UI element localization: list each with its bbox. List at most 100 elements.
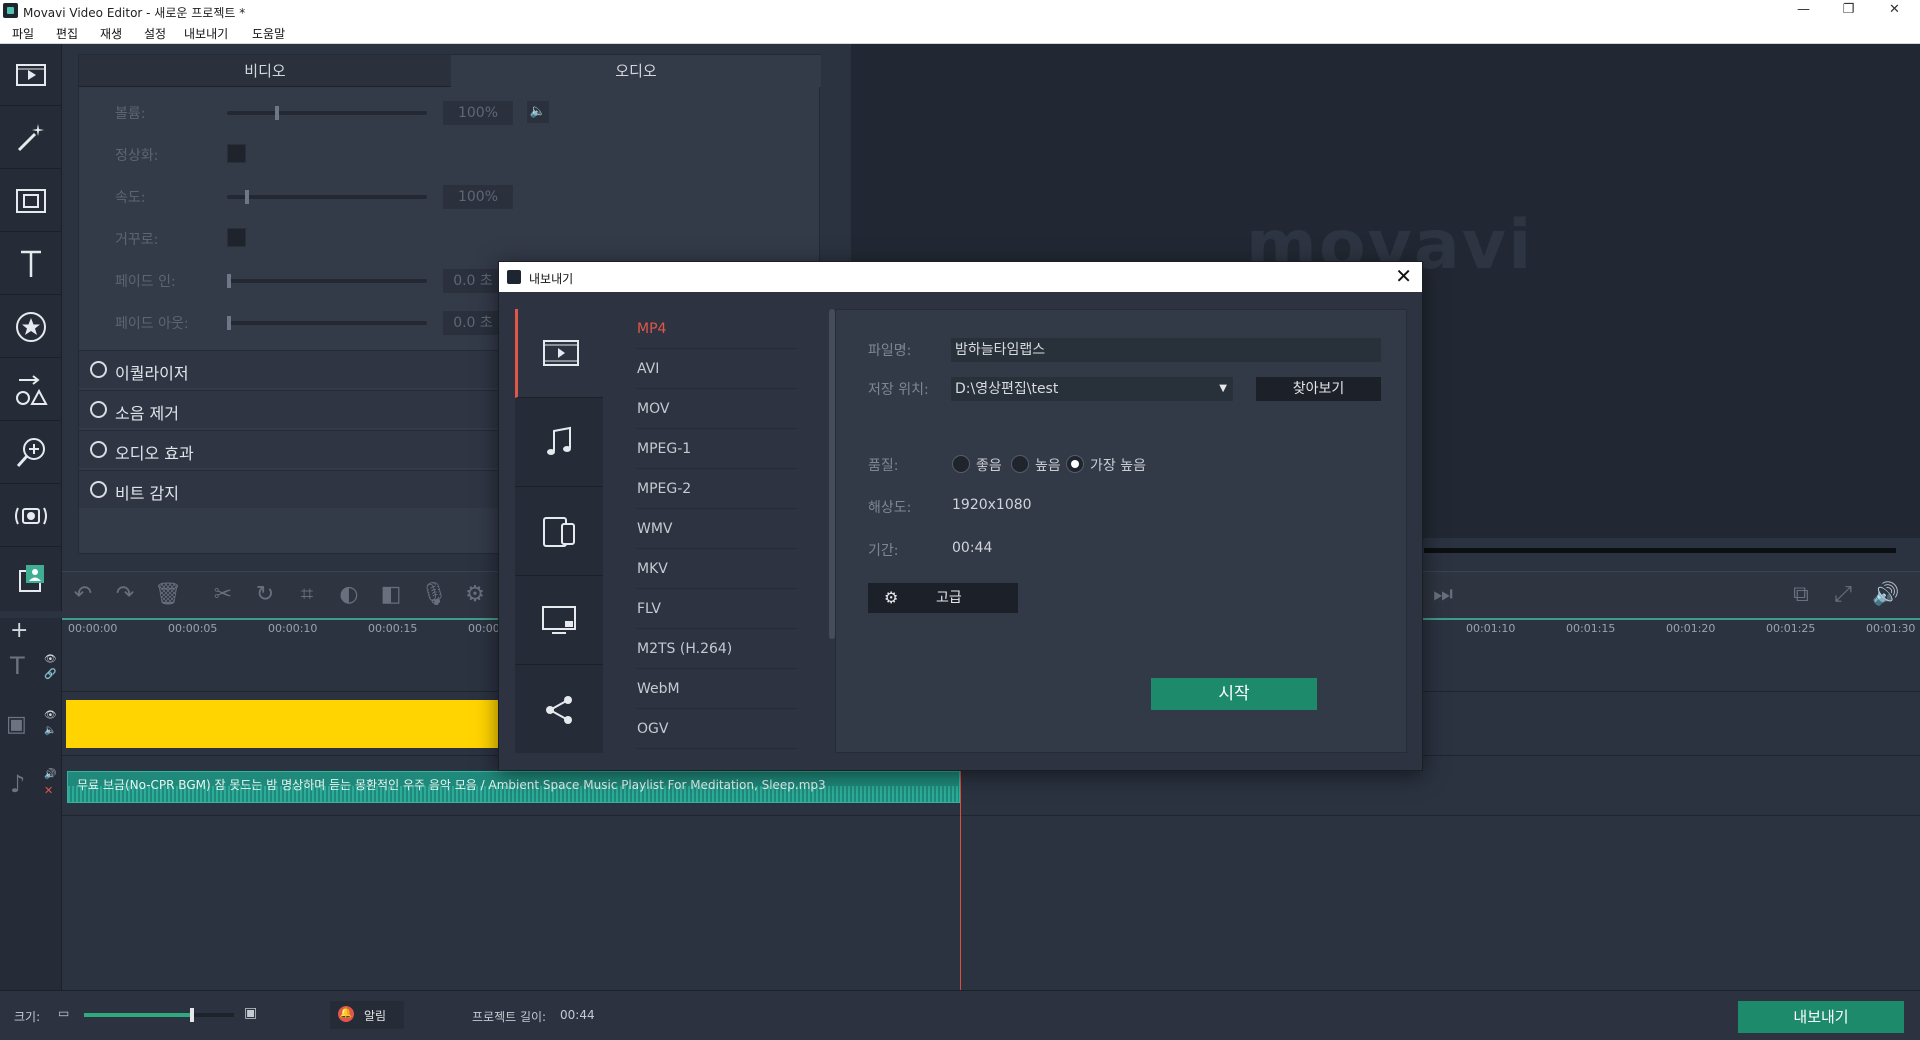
category-share[interactable] [515, 665, 603, 754]
cut-icon[interactable]: ✂ [210, 582, 236, 608]
speed-value[interactable]: 100% [443, 185, 513, 209]
audio-clip[interactable]: 무료 브금(No-CPR BGM) 잠 못드는 밤 명상하며 듣는 몽환적인 우… [67, 771, 960, 803]
video-mute-icon[interactable]: 🔈 [44, 725, 56, 736]
format-m2ts[interactable]: M2TS (H.264) [637, 629, 797, 669]
volume-slider[interactable] [227, 106, 427, 120]
browse-button[interactable]: 찾아보기 [1256, 377, 1381, 401]
video-eye-icon[interactable]: 👁 [44, 710, 57, 721]
audio-unlink-icon[interactable]: ✕ [44, 784, 53, 797]
video-clip[interactable] [66, 700, 500, 748]
titles-button[interactable] [0, 233, 62, 295]
ruler-tick: 00:01:15 [1566, 622, 1616, 635]
filters-button[interactable] [0, 170, 62, 232]
normalize-checkbox[interactable] [227, 144, 246, 163]
filename-input[interactable]: 밤하늘타임랩스 [951, 338, 1381, 362]
zoom-slider-knob[interactable] [190, 1008, 194, 1022]
menu-export[interactable]: 내보내기 [184, 25, 228, 42]
category-tv[interactable] [515, 576, 603, 665]
next-frame-icon[interactable]: ⏭ [1430, 582, 1456, 608]
format-mp4[interactable]: MP4 [637, 309, 797, 349]
audio-volume-icon[interactable]: 🔊 [44, 769, 56, 780]
menu-playback[interactable]: 재생 [100, 25, 122, 42]
format-mpeg2[interactable]: MPEG-2 [637, 469, 797, 509]
menu-edit[interactable]: 편집 [56, 25, 78, 42]
speed-label: 속도: [115, 190, 146, 206]
stickers-icon [16, 311, 46, 342]
audio-effects-radio[interactable] [90, 441, 107, 458]
popout-icon[interactable]: ⧉ [1788, 582, 1814, 608]
export-dialog-title: 내보내기 [529, 272, 574, 286]
advanced-button[interactable]: ⚙ 고급 [868, 583, 1018, 613]
microphone-icon[interactable]: 🎙 [420, 582, 448, 608]
tab-audio[interactable]: 오디오 [451, 55, 821, 87]
menu-file[interactable]: 파일 [12, 25, 34, 42]
menu-settings[interactable]: 설정 [144, 25, 166, 42]
dialog-close-icon[interactable]: ✕ [1395, 264, 1412, 288]
redo-icon[interactable]: ↷ [112, 582, 138, 608]
record-button[interactable] [0, 485, 62, 547]
format-ogv[interactable]: OGV [637, 709, 797, 749]
format-mpeg1[interactable]: MPEG-1 [637, 429, 797, 469]
transitions-button[interactable] [0, 359, 62, 421]
close-button[interactable]: ✕ [1872, 0, 1917, 22]
fade-in-slider-knob[interactable] [227, 274, 231, 288]
beat-detection-radio[interactable] [90, 481, 107, 498]
format-webm[interactable]: WebM [637, 669, 797, 709]
crop-icon[interactable]: ⌗ [294, 582, 320, 608]
category-video[interactable] [515, 309, 603, 398]
volume-value[interactable]: 100% [443, 101, 513, 125]
add-track-icon[interactable]: + [10, 618, 28, 643]
reverse-checkbox[interactable] [227, 228, 246, 247]
maximize-button[interactable]: ❐ [1826, 0, 1871, 22]
delete-icon[interactable]: 🗑 [154, 582, 182, 608]
export-button[interactable]: 내보내기 [1738, 1001, 1904, 1033]
quality-radio-high[interactable] [1011, 455, 1029, 473]
start-button[interactable]: 시작 [1151, 678, 1317, 710]
format-wmv[interactable]: WMV [637, 509, 797, 549]
format-flv[interactable]: FLV [637, 589, 797, 629]
clip-properties-icon[interactable]: ◧ [378, 582, 404, 608]
zoom-out-icon[interactable]: ▭ [58, 1006, 69, 1020]
import-media-button[interactable] [0, 44, 62, 106]
category-devices[interactable] [515, 487, 603, 576]
fade-out-slider-knob[interactable] [227, 316, 231, 330]
save-location-select[interactable]: D:\영상편집\test ▼ [951, 377, 1233, 401]
format-mov[interactable]: MOV [637, 389, 797, 429]
settings-gear-icon[interactable]: ⚙ [462, 582, 488, 608]
zoom-slider[interactable] [84, 1008, 234, 1022]
fade-out-slider[interactable] [227, 316, 427, 330]
link-icon[interactable]: 🔗 [44, 669, 56, 680]
zoom-in-icon[interactable]: ▣ [244, 1005, 257, 1021]
category-audio[interactable] [515, 398, 603, 487]
more-tools-button[interactable] [0, 548, 62, 610]
equalizer-radio[interactable] [90, 361, 107, 378]
fade-in-value[interactable]: 0.0 초 [443, 269, 503, 293]
undo-icon[interactable]: ↶ [70, 582, 96, 608]
speed-slider-knob[interactable] [245, 190, 249, 204]
eye-icon[interactable]: 👁 [44, 654, 57, 665]
quality-radio-good[interactable] [952, 455, 970, 473]
duration-value: 00:44 [952, 540, 993, 556]
color-adjust-icon[interactable]: ◐ [336, 582, 362, 608]
speed-slider[interactable] [227, 190, 427, 204]
menu-help[interactable]: 도움말 [252, 25, 285, 42]
speaker-icon[interactable]: 🔈 [527, 101, 549, 123]
tab-video[interactable]: 비디오 [79, 55, 451, 87]
volume-icon[interactable]: 🔊 [1872, 582, 1899, 608]
fullscreen-icon[interactable]: ⤢ [1830, 582, 1856, 608]
format-mkv[interactable]: MKV [637, 549, 797, 589]
minimize-button[interactable]: — [1781, 0, 1826, 22]
noise-removal-radio[interactable] [90, 401, 107, 418]
record-icon [15, 507, 47, 524]
magic-wand-button[interactable] [0, 107, 62, 169]
quality-radio-highest[interactable] [1066, 455, 1084, 473]
preview-scrubber[interactable] [1424, 548, 1896, 553]
stickers-button[interactable] [0, 296, 62, 358]
format-avi[interactable]: AVI [637, 349, 797, 389]
rotate-icon[interactable]: ↻ [252, 582, 278, 608]
fade-in-slider[interactable] [227, 274, 427, 288]
zoom-pan-button[interactable] [0, 422, 62, 484]
fade-out-value[interactable]: 0.0 초 [443, 311, 503, 335]
volume-slider-knob[interactable] [275, 106, 279, 120]
alert-button[interactable]: 🔔 알림 [330, 1001, 404, 1029]
